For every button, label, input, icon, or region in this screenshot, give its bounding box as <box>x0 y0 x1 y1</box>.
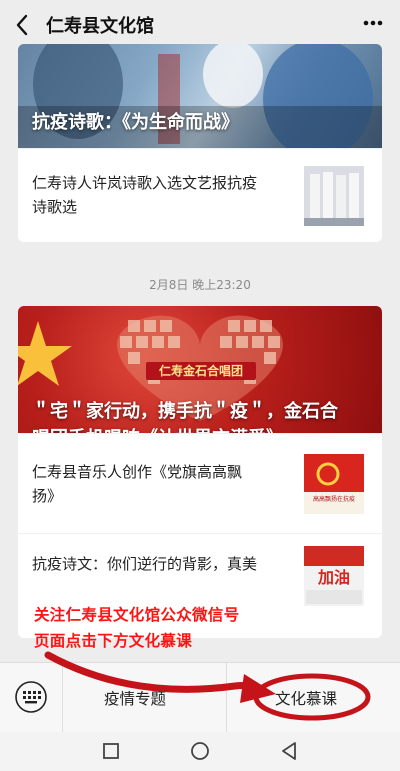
keyboard-icon[interactable] <box>14 680 48 714</box>
thumbnail-caption: 加油 <box>317 568 350 587</box>
menu-item-epidemic[interactable]: 疫情专题 <box>104 687 166 709</box>
home-icon[interactable] <box>187 738 213 764</box>
list-item[interactable]: 仁寿诗人许岚诗歌入选文艺报抗疫 诗歌选 <box>18 148 382 242</box>
article-thumbnail <box>304 454 364 514</box>
article-thumbnail <box>304 166 364 226</box>
more-dots-icon[interactable] <box>358 8 388 38</box>
list-item-title: 仁寿诗人许岚诗歌入选文艺报抗疫 诗歌选 <box>32 174 258 216</box>
article-card: 仁寿金石合唱团 ＂宅＂家行动，携手抗＂疫＂，金石合 唱团手机唱响《让世界充满爱》… <box>18 306 382 638</box>
menu-item-culture-mooc[interactable]: 文化慕课 <box>275 687 337 709</box>
back-arrow-icon[interactable] <box>8 10 38 40</box>
system-nav-bar <box>0 732 400 771</box>
top-bar: 仁寿县文化馆 <box>0 0 400 50</box>
message-timestamp: 2月8日 晚上23:20 <box>149 278 251 292</box>
hero-caption: 抗疫诗歌：《为生命而战》 <box>32 112 239 133</box>
list-item-title: 抗疫诗文：你们逆行的背影，真美 <box>32 555 258 573</box>
recent-apps-icon[interactable] <box>98 738 124 764</box>
hero-caption: ＂宅＂家行动，携手抗＂疫＂，金石合 唱团手机唱响《让世界充满爱》 <box>32 401 338 433</box>
thumbnail-caption: 高高飘扬在抗疫 <box>312 496 355 503</box>
menu-divider <box>226 663 227 733</box>
menu-divider <box>62 663 63 733</box>
back-nav-icon[interactable] <box>276 738 302 764</box>
list-item[interactable]: 仁寿县音乐人创作《党旗高高飘 扬》 高高飘扬在抗疫 <box>18 433 382 533</box>
article-hero[interactable]: 仁寿金石合唱团 ＂宅＂家行动，携手抗＂疫＂，金石合 唱团手机唱响《让世界充满爱》 <box>18 306 382 433</box>
instruction-text: 关注仁寿县文化馆公众微信号 <box>34 606 240 624</box>
official-account-menu: 疫情专题 文化慕课 <box>0 662 400 733</box>
page-title: 仁寿县文化馆 <box>46 16 154 37</box>
choir-banner-text: 仁寿金石合唱团 <box>158 364 243 378</box>
list-item-title: 仁寿县音乐人创作《党旗高高飘 扬》 <box>32 463 243 505</box>
article-card: 抗疫诗歌：《为生命而战》 仁寿诗人许岚诗歌入选文艺报抗疫 诗歌选 <box>18 44 382 242</box>
instruction-text: 页面点击下方文化慕课 <box>34 632 193 650</box>
article-hero[interactable]: 抗疫诗歌：《为生命而战》 <box>18 44 382 148</box>
